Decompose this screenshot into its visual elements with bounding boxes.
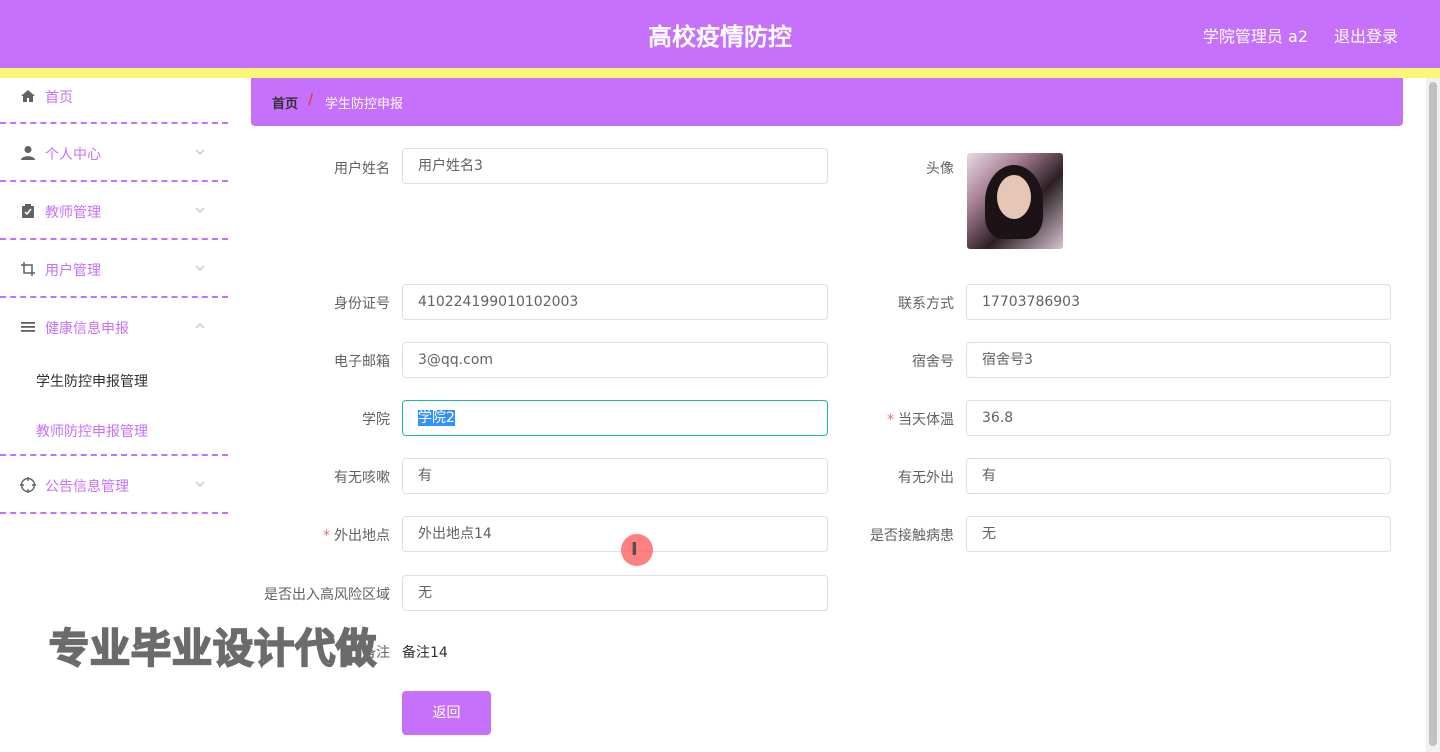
text-cursor-indicator: I — [621, 534, 653, 566]
phone-field[interactable]: 17703786903 — [966, 284, 1391, 320]
breadcrumb: 首页 / 学生防控申报 — [251, 78, 1403, 126]
text-cursor-icon: I — [631, 539, 638, 560]
location-field[interactable]: 外出地点14 — [402, 516, 828, 552]
cough-field[interactable]: 有 — [402, 458, 828, 494]
sidebar-item-home[interactable]: 首页 — [0, 78, 228, 124]
sidebar-item-label: 公告信息管理 — [45, 479, 129, 495]
breadcrumb-separator: / — [308, 92, 314, 108]
user-icon — [21, 146, 35, 160]
sidebar-item-label: 教师管理 — [45, 205, 101, 221]
required-mark: * — [323, 528, 330, 544]
contact-label: 是否接触病患 — [870, 528, 954, 544]
chevron-down-icon — [195, 265, 205, 271]
college-field-value: 学院2 — [418, 410, 455, 426]
temperature-label: * 当天体温 — [794, 409, 954, 429]
home-icon — [21, 90, 35, 102]
watermark: 专业毕业设计代做 — [48, 625, 377, 673]
out-field[interactable]: 有 — [966, 458, 1391, 494]
clipboard-icon — [22, 204, 34, 218]
logout-link[interactable]: 退出登录 — [1334, 23, 1398, 47]
sidebar-item-user-management[interactable]: 用户管理 — [0, 240, 228, 298]
back-button[interactable]: 返回 — [402, 691, 491, 735]
sidebar-item-personal-center[interactable]: 个人中心 — [0, 124, 228, 182]
list-icon — [21, 322, 35, 332]
sidebar-item-label: 健康信息申报 — [45, 321, 129, 337]
sidebar-item-health-declaration[interactable]: 健康信息申报 学生防控申报管理 教师防控申报管理 — [0, 298, 228, 456]
submenu-teacher-declaration[interactable]: 教师防控申报管理 — [36, 421, 148, 441]
chevron-down-icon — [195, 481, 205, 487]
idcard-field[interactable]: 410224199010102003 — [402, 284, 828, 320]
chevron-down-icon — [195, 207, 205, 213]
remark-value: 备注14 — [402, 645, 448, 661]
college-label: 学院 — [362, 412, 390, 428]
out-label: 有无外出 — [898, 470, 954, 486]
username-label: 用户姓名 — [334, 161, 390, 177]
college-field[interactable]: 学院2 — [402, 400, 828, 436]
location-label-text: 外出地点 — [334, 528, 390, 544]
required-mark: * — [887, 412, 894, 428]
cough-label: 有无咳嗽 — [334, 470, 390, 486]
temperature-label-text: 当天体温 — [898, 412, 954, 428]
dorm-field[interactable]: 宿舍号3 — [966, 342, 1391, 378]
risk-area-label: 是否出入高风险区域 — [264, 587, 390, 603]
scrollbar-thumb[interactable] — [1429, 82, 1437, 746]
avatar — [967, 153, 1063, 249]
avatar-label: 头像 — [926, 161, 954, 177]
sidebar-item-label: 首页 — [45, 90, 73, 106]
crop-icon — [21, 262, 35, 276]
phone-label: 联系方式 — [898, 296, 954, 312]
idcard-label: 身份证号 — [334, 296, 390, 312]
header-accent-band — [0, 68, 1440, 78]
target-icon — [20, 477, 36, 493]
avatar-face — [997, 175, 1031, 219]
username-field[interactable]: 用户姓名3 — [402, 148, 828, 184]
top-bar: 高校疫情防控 学院管理员 a2 退出登录 — [0, 0, 1440, 68]
sidebar-item-label: 用户管理 — [45, 263, 101, 279]
scrollbar[interactable] — [1426, 78, 1440, 752]
breadcrumb-current: 学生防控申报 — [325, 97, 404, 112]
chevron-down-icon — [195, 149, 205, 155]
temperature-field[interactable]: 36.8 — [966, 400, 1391, 436]
submenu-student-declaration[interactable]: 学生防控申报管理 — [36, 371, 148, 391]
current-user: 学院管理员 a2 — [1202, 27, 1308, 46]
sidebar-item-notice-management[interactable]: 公告信息管理 — [0, 456, 228, 514]
breadcrumb-home[interactable]: 首页 — [272, 93, 298, 112]
chevron-up-icon — [195, 323, 205, 329]
dorm-label: 宿舍号 — [912, 354, 954, 370]
email-label: 电子邮箱 — [334, 354, 390, 370]
risk-area-field[interactable]: 无 — [402, 575, 828, 611]
location-label: * 外出地点 — [230, 525, 390, 545]
email-field[interactable]: 3@qq.com — [402, 342, 828, 378]
sidebar-item-teacher-management[interactable]: 教师管理 — [0, 182, 228, 240]
contact-field[interactable]: 无 — [966, 516, 1391, 552]
sidebar-item-label: 个人中心 — [45, 147, 101, 163]
